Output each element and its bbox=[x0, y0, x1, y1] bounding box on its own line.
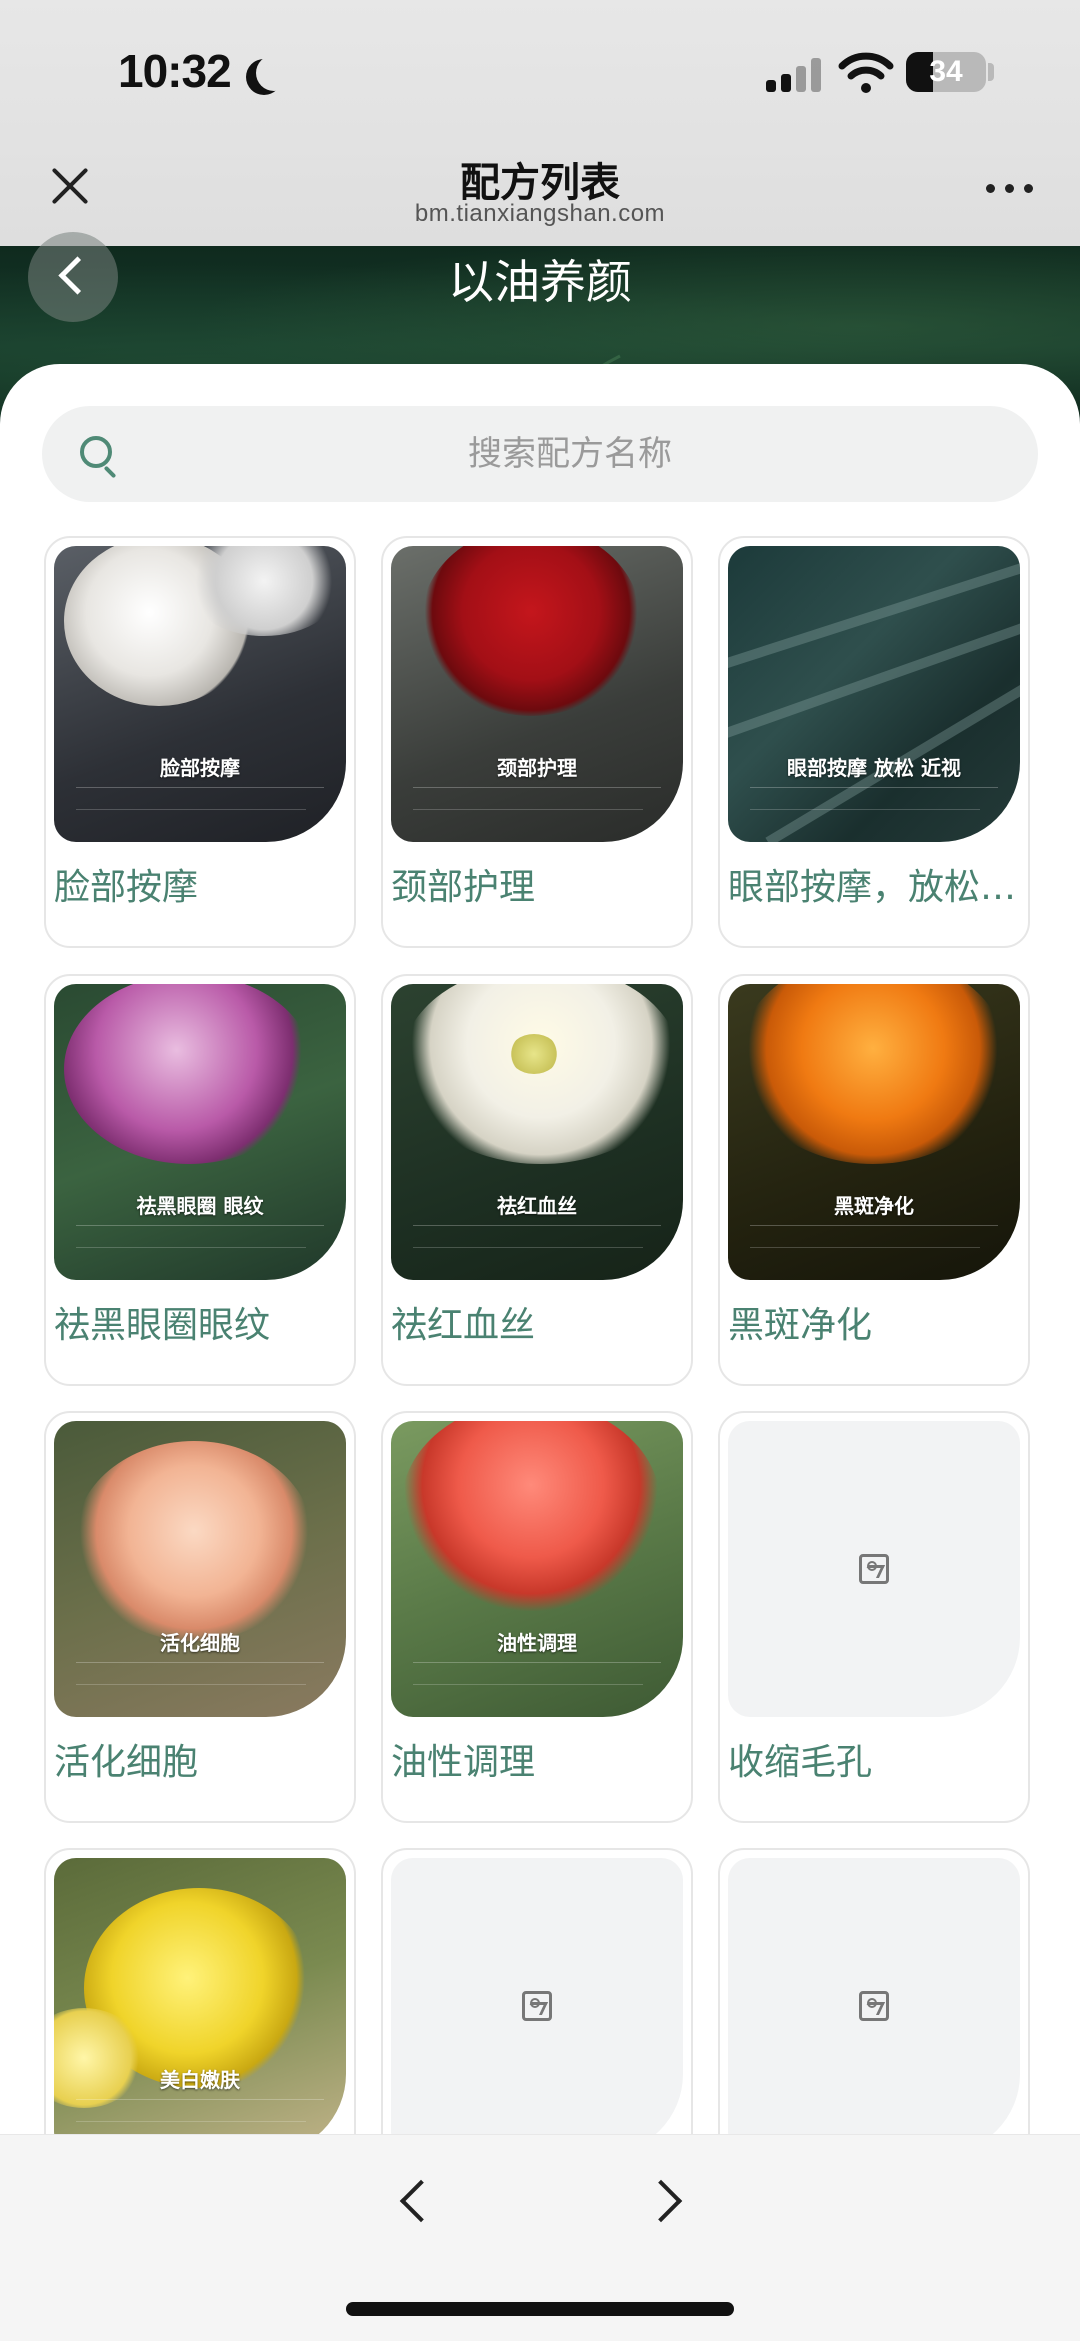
recipe-image-title: 颈部护理 bbox=[497, 756, 577, 780]
recipe-image-title: 脸部按摩 bbox=[160, 756, 240, 780]
recipe-image-title: 美白嫩肤 bbox=[160, 2068, 240, 2092]
recipe-image-title: 活化细胞 bbox=[160, 1631, 240, 1655]
recipe-card[interactable]: 祛黑眼圈 眼纹 祛黑眼圈眼纹 bbox=[44, 974, 356, 1386]
search-input[interactable] bbox=[150, 426, 990, 482]
image-icon bbox=[859, 1991, 889, 2021]
recipe-card[interactable]: 黑斑净化 黑斑净化 bbox=[718, 974, 1030, 1386]
recipe-name: 祛黑眼圈眼纹 bbox=[54, 1305, 271, 1346]
recipe-name: 活化细胞 bbox=[54, 1742, 199, 1783]
recipe-image-title: 油性调理 bbox=[497, 1631, 577, 1655]
recipe-card[interactable]: 活化细胞 活化细胞 bbox=[44, 1411, 356, 1823]
hero-title: 以油养颜 bbox=[448, 255, 632, 309]
recipe-image: 祛红血丝 bbox=[391, 984, 683, 1280]
app-root: 10:32 34 配方列表 bm.tianxiangshan.com 以油养颜 bbox=[0, 0, 1080, 2341]
recipe-card[interactable]: 祛红血丝 祛红血丝 bbox=[381, 974, 693, 1386]
recipe-image: 眼部按摩 放松 近视 bbox=[728, 546, 1020, 842]
recipe-card[interactable]: 油性调理 油性调理 bbox=[381, 1411, 693, 1823]
recipe-image: 油性调理 bbox=[391, 1421, 683, 1717]
recipe-card[interactable]: 脸部按摩 脸部按摩 bbox=[44, 536, 356, 948]
recipe-name: 脸部按摩 bbox=[54, 867, 199, 908]
recipe-image-placeholder bbox=[728, 1858, 1020, 2154]
wifi-icon bbox=[838, 52, 894, 93]
image-icon bbox=[522, 1991, 552, 2021]
recipe-image-placeholder bbox=[728, 1421, 1020, 1717]
signal-icon bbox=[766, 56, 822, 92]
battery-icon: 34 bbox=[906, 52, 986, 92]
recipe-image: 美白嫩肤 bbox=[54, 1858, 346, 2154]
battery-tip bbox=[988, 63, 994, 81]
recipe-image-title: 祛黑眼圈 眼纹 bbox=[136, 1194, 264, 1218]
recipe-image-title: 祛红血丝 bbox=[497, 1194, 577, 1218]
recipe-name: 颈部护理 bbox=[391, 867, 536, 908]
recipe-image: 颈部护理 bbox=[391, 546, 683, 842]
recipe-image-placeholder bbox=[391, 1858, 683, 2154]
page-url: bm.tianxiangshan.com bbox=[414, 200, 666, 227]
battery-level: 34 bbox=[929, 55, 963, 88]
recipe-image: 脸部按摩 bbox=[54, 546, 346, 842]
recipe-image-title: 眼部按摩 放松 近视 bbox=[787, 756, 961, 780]
recipe-image-title: 黑斑净化 bbox=[834, 1194, 914, 1218]
recipe-image: 祛黑眼圈 眼纹 bbox=[54, 984, 346, 1280]
moon-icon bbox=[256, 55, 292, 91]
recipe-name: 黑斑净化 bbox=[728, 1305, 873, 1346]
recipe-name: 收缩毛孔 bbox=[728, 1742, 873, 1783]
recipe-image: 黑斑净化 bbox=[728, 984, 1020, 1280]
recipe-name: 油性调理 bbox=[391, 1742, 536, 1783]
recipe-name: 祛红血丝 bbox=[391, 1305, 536, 1346]
search-icon bbox=[80, 436, 112, 468]
status-time: 10:32 bbox=[118, 45, 232, 97]
chevron-right-icon[interactable] bbox=[636, 2170, 696, 2230]
chevron-left-icon[interactable] bbox=[384, 2170, 444, 2230]
recipe-image: 活化细胞 bbox=[54, 1421, 346, 1717]
recipe-card[interactable]: 眼部按摩 放松 近视 眼部按摩，放松 近视 bbox=[718, 536, 1030, 948]
home-indicator[interactable] bbox=[346, 2302, 734, 2316]
image-icon bbox=[859, 1554, 889, 1584]
recipe-card[interactable]: 收缩毛孔 bbox=[718, 1411, 1030, 1823]
more-icon[interactable] bbox=[984, 178, 1036, 198]
recipe-card[interactable]: 颈部护理 颈部护理 bbox=[381, 536, 693, 948]
recipe-name: 眼部按摩，放松 近视 bbox=[728, 867, 1024, 908]
